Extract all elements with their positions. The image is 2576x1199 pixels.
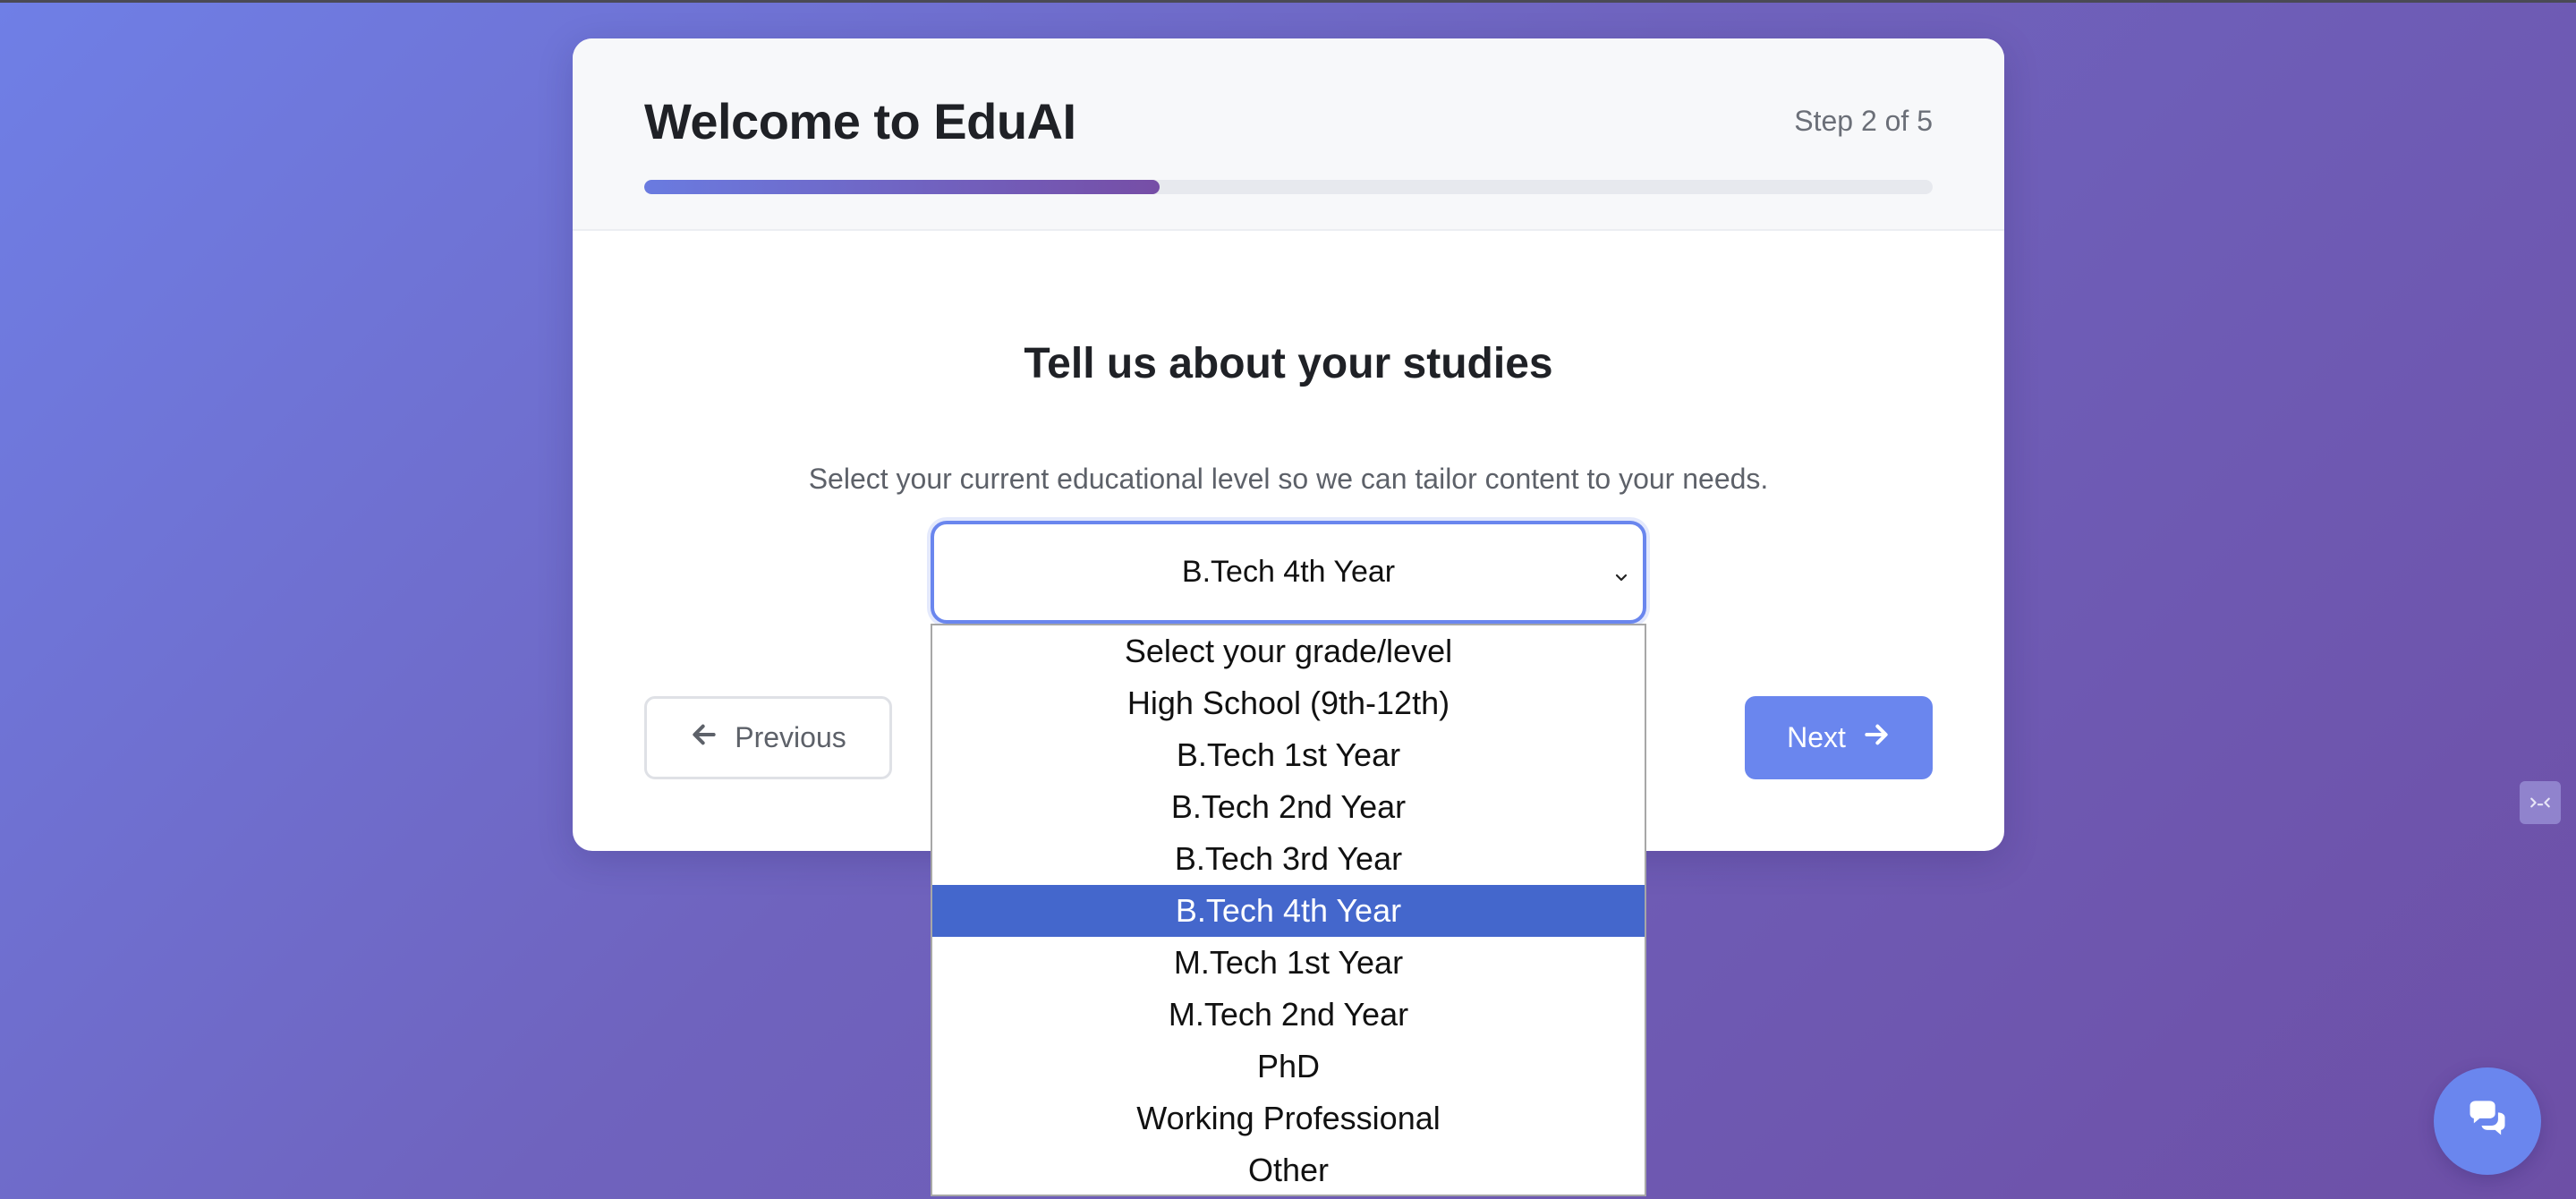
arrow-left-icon bbox=[690, 720, 718, 756]
dropdown-option[interactable]: B.Tech 1st Year bbox=[932, 729, 1645, 781]
arrow-right-icon bbox=[1862, 720, 1891, 756]
question-description: Select your current educational level so… bbox=[808, 463, 1769, 495]
dropdown-option[interactable]: Select your grade/level bbox=[932, 625, 1645, 677]
dropdown-option[interactable]: Other bbox=[932, 1144, 1645, 1196]
dropdown-option[interactable]: M.Tech 2nd Year bbox=[932, 989, 1645, 1041]
step-indicator: Step 2 of 5 bbox=[1794, 105, 1933, 137]
dropdown-option[interactable]: B.Tech 4th Year bbox=[932, 885, 1645, 937]
next-button[interactable]: Next bbox=[1745, 696, 1933, 779]
question-title: Tell us about your studies bbox=[1024, 340, 1553, 387]
chat-button[interactable] bbox=[2434, 1067, 2541, 1175]
grade-level-dropdown: Select your grade/level High School (9th-… bbox=[931, 624, 1646, 1196]
progress-bar-fill bbox=[644, 180, 1160, 194]
next-button-label: Next bbox=[1787, 721, 1846, 753]
dropdown-option[interactable]: PhD bbox=[932, 1041, 1645, 1093]
previous-button[interactable]: Previous bbox=[644, 696, 892, 779]
dropdown-option[interactable]: M.Tech 1st Year bbox=[932, 937, 1645, 989]
window-top-border bbox=[0, 0, 2576, 3]
dropdown-option[interactable]: B.Tech 2nd Year bbox=[932, 781, 1645, 833]
chat-bubbles-icon bbox=[2464, 1096, 2511, 1147]
dropdown-option[interactable]: High School (9th-12th) bbox=[932, 677, 1645, 729]
progress-bar bbox=[644, 180, 1933, 194]
previous-button-label: Previous bbox=[735, 721, 846, 753]
page-title: Welcome to EduAI bbox=[644, 93, 1076, 149]
chevron-down-icon bbox=[1611, 562, 1632, 583]
code-icon[interactable] bbox=[2520, 781, 2561, 824]
dropdown-option[interactable]: B.Tech 3rd Year bbox=[932, 833, 1645, 885]
select-current-value: B.Tech 4th Year bbox=[1181, 555, 1396, 589]
dropdown-option[interactable]: Working Professional bbox=[932, 1093, 1645, 1144]
card-header: Welcome to EduAI Step 2 of 5 bbox=[573, 38, 2004, 231]
grade-level-select[interactable]: B.Tech 4th Year bbox=[931, 521, 1646, 624]
